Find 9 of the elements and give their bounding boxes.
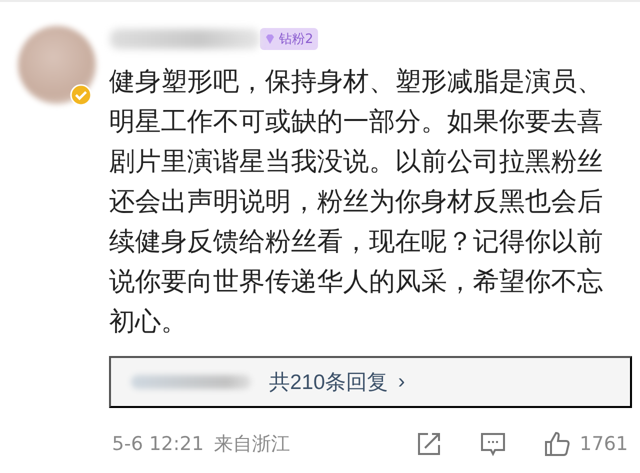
comment-location: 来自浙江 (214, 432, 290, 457)
share-icon[interactable] (416, 431, 442, 457)
comment-text: 健身塑形吧，保持身材、塑形减脂是演员、明星工作不可或缺的一部分。如果你要去喜剧片里演谐星当我没说。以前公司拉黑粉丝还会出声明说明，粉丝为你身材反黑也会后续健身反馈给粉丝看，现在呢？记得你以前说你要向世界传递华人的风采，希望你不忘初心。 (109, 66, 603, 339)
replies-link[interactable]: 共210条回复 › (109, 356, 632, 408)
comment-icon[interactable] (480, 431, 506, 457)
like-count: 1761 (580, 433, 628, 455)
fan-badge: 钻粉2 (260, 28, 318, 50)
comment-time: 5-6 12:21 (112, 433, 204, 455)
like-icon[interactable] (544, 431, 570, 457)
